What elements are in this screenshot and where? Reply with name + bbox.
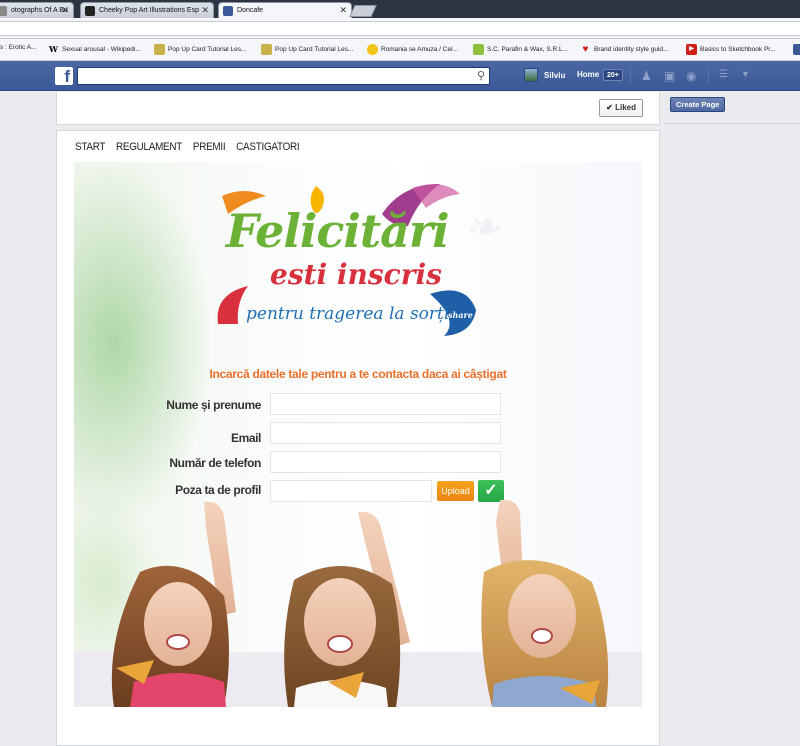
divider bbox=[708, 68, 709, 84]
facebook-top-bar: f ⚲ Silviu Home 20+ ♟ ▣ ◉ ☰ ▼ bbox=[0, 61, 800, 91]
bookmark-item[interactable]: Pop Up Card Tutorial Les... bbox=[154, 44, 246, 55]
search-icon[interactable]: ⚲ bbox=[477, 69, 485, 82]
browser-tab-strip: otographs Of A Bu ✕ Cheeky Pop Art Illus… bbox=[0, 0, 800, 18]
contest-logo: Felicitări esti inscris pentru tragerea … bbox=[204, 174, 484, 349]
wikipedia-icon: W bbox=[49, 44, 58, 54]
cheering-girls-photo bbox=[74, 499, 642, 707]
bookmark-image-icon bbox=[261, 44, 272, 55]
address-bar[interactable] bbox=[0, 21, 800, 36]
browser-tab-1[interactable]: otographs Of A Bu ✕ bbox=[0, 2, 74, 18]
bookmarks-bar: s : Erotic A... W Sexual arousal - Wikipe… bbox=[0, 39, 800, 61]
bookmark-item[interactable]: ♥ Brand identity style guid... bbox=[580, 44, 669, 55]
contest-banner: ❧ Felicitări esti inscris pentru tragere… bbox=[74, 162, 642, 707]
bookmark-item[interactable]: Romania se Amuza / Cel... bbox=[367, 44, 458, 55]
bookmark-item[interactable]: S.C. Parafin & Wax, S.R.L... bbox=[473, 44, 568, 55]
user-name: Silviu bbox=[544, 70, 566, 80]
notifications-globe-icon[interactable]: ◉ bbox=[686, 69, 696, 83]
facebook-favicon-icon bbox=[223, 6, 233, 16]
app-navigation: START REGULAMENT PREMII CASTIGATORI bbox=[75, 141, 300, 153]
divider bbox=[630, 68, 631, 84]
new-tab-button[interactable] bbox=[349, 5, 377, 17]
avatar bbox=[524, 68, 538, 82]
name-label: Nume și prenume bbox=[166, 398, 261, 412]
email-label: Email bbox=[230, 431, 261, 445]
email-input[interactable] bbox=[270, 422, 501, 444]
page-like-bar: ✔ Liked bbox=[56, 92, 660, 125]
bookmark-site-icon bbox=[473, 44, 484, 55]
smiley-icon bbox=[367, 44, 378, 55]
chevron-down-icon[interactable]: ▼ bbox=[741, 69, 750, 79]
messages-icon[interactable]: ▣ bbox=[664, 69, 675, 83]
home-link[interactable]: Home bbox=[577, 70, 599, 79]
close-icon[interactable]: ✕ bbox=[201, 5, 209, 16]
bookmark-item[interactable]: ▶ Basics to Sketchbook Pr... bbox=[686, 44, 776, 55]
form-headline: Incarcă datele tale pentru a te contacta… bbox=[209, 367, 507, 381]
divider bbox=[664, 123, 800, 124]
close-icon[interactable]: ✕ bbox=[339, 5, 347, 16]
name-input[interactable] bbox=[270, 393, 501, 415]
phone-label: Număr de telefon bbox=[169, 456, 261, 470]
profile-link[interactable]: Silviu bbox=[524, 68, 565, 82]
friend-requests-icon[interactable]: ♟ bbox=[641, 69, 652, 83]
tab-title: Doncafe bbox=[237, 7, 264, 14]
close-icon[interactable]: ✕ bbox=[61, 5, 69, 16]
bookmark-item[interactable]: Pop Up Card Tutorial Les... bbox=[261, 44, 353, 55]
tab-title: otographs Of A Bu bbox=[11, 7, 68, 14]
facebook-search-input[interactable]: ⚲ bbox=[77, 67, 490, 85]
facebook-logo-icon[interactable]: f bbox=[55, 67, 73, 86]
check-icon: ✔ bbox=[606, 103, 613, 112]
nav-start[interactable]: START bbox=[75, 141, 105, 153]
browser-toolbar bbox=[0, 18, 800, 39]
liked-button[interactable]: ✔ Liked bbox=[599, 99, 643, 117]
bookmark-overflow-icon[interactable] bbox=[793, 44, 800, 55]
page-app-tab: START REGULAMENT PREMII CASTIGATORI ❧ Fe… bbox=[56, 130, 660, 746]
logo-share-badge: share bbox=[448, 310, 473, 320]
heart-icon: ♥ bbox=[582, 44, 589, 55]
page-favicon-icon bbox=[85, 6, 95, 16]
bookmark-item[interactable]: s : Erotic A... bbox=[0, 44, 36, 51]
nav-premii[interactable]: PREMII bbox=[193, 141, 226, 153]
privacy-shortcuts-icon[interactable]: ☰ bbox=[719, 69, 728, 80]
logo-title: Felicitări bbox=[226, 204, 450, 258]
home-count-badge: 20+ bbox=[603, 69, 623, 81]
page-favicon-icon bbox=[0, 6, 7, 16]
browser-tab-3[interactable]: Doncafe ✕ bbox=[218, 2, 352, 18]
tab-title: Cheeky Pop Art Illustrations Esp bbox=[99, 7, 199, 14]
nav-castigatori[interactable]: CASTIGATORI bbox=[236, 141, 299, 153]
logo-tagline: pentru tragerea la sorți bbox=[246, 304, 450, 324]
bookmark-item[interactable]: W Sexual arousal - Wikipedi... bbox=[48, 44, 141, 55]
phone-input[interactable] bbox=[270, 451, 501, 473]
create-page-button[interactable]: Create Page bbox=[670, 97, 726, 112]
logo-subtitle: esti inscris bbox=[270, 258, 442, 291]
bookmark-image-icon bbox=[154, 44, 165, 55]
browser-tab-2[interactable]: Cheeky Pop Art Illustrations Esp ✕ bbox=[80, 2, 214, 18]
nav-regulament[interactable]: REGULAMENT bbox=[116, 141, 182, 153]
youtube-icon: ▶ bbox=[686, 44, 697, 55]
